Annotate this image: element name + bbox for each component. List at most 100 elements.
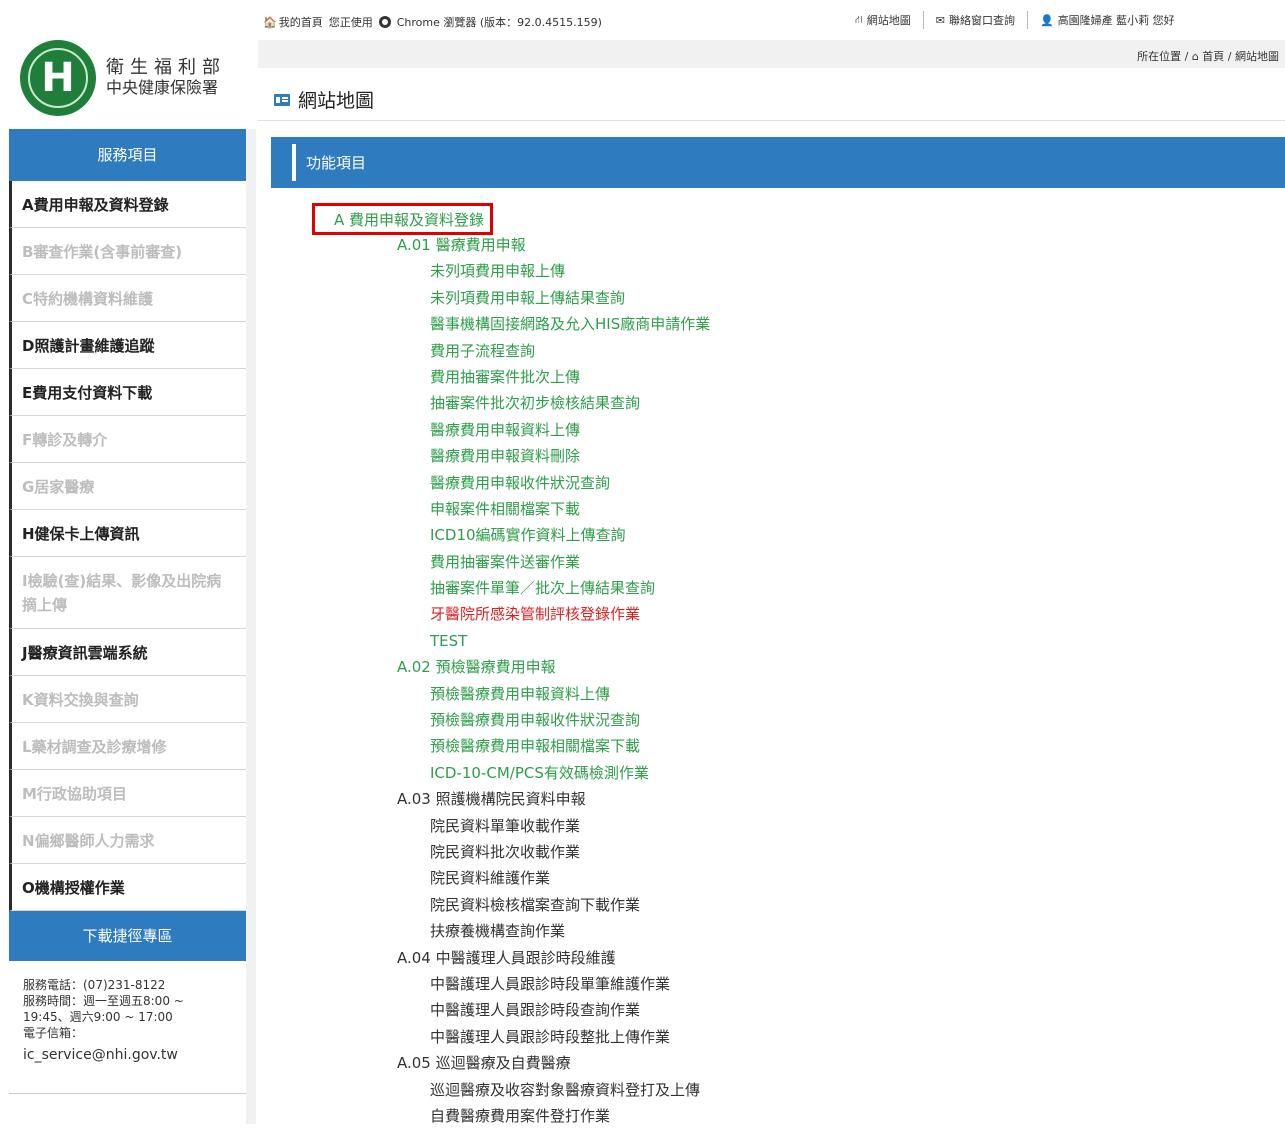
sitemap-link[interactable]: ⛙ 網站地圖 <box>855 12 911 28</box>
sidebar-item[interactable]: L藥材調查及診療增修 <box>9 723 246 770</box>
tree-category-link[interactable]: A.01 醫療費用申報 <box>397 234 710 260</box>
logo-text: 衛生福利部 中央健康保險署 <box>106 58 226 98</box>
logo-line1: 衛生福利部 <box>106 57 226 78</box>
sidebar-item[interactable]: G居家醫療 <box>9 463 246 510</box>
browser-info: Chrome 瀏覽器 (版本：92.0.4515.159) <box>396 16 602 29</box>
tree-item-link[interactable]: 醫療費用申報收件狀況查詢 <box>397 472 710 498</box>
tree-item-link[interactable]: 費用子流程查詢 <box>397 340 710 366</box>
tree-item-link[interactable]: 醫療費用申報資料刪除 <box>397 445 710 471</box>
my-home-link[interactable]: 🏠 我的首頁 <box>263 14 323 30</box>
sitemap-tree: A.01 醫療費用申報 未列項費用申報上傳 未列項費用申報上傳結果查詢 醫事機構固接網… <box>397 234 710 1131</box>
breadcrumb-current: / 網站地圖 <box>1227 50 1279 63</box>
service-email[interactable]: ic_service@nhi.gov.tw <box>23 1047 234 1063</box>
tree-item-link[interactable]: 費用抽審案件批次上傳 <box>397 366 710 392</box>
tree-item-link[interactable]: 巡迴醫療及收容對象醫療資料登打及上傳 <box>397 1079 710 1105</box>
sidebar-item[interactable]: O機構授權作業 <box>9 864 246 911</box>
sitemap-icon: ⛙ <box>855 12 863 26</box>
tree-item-link[interactable]: 院民資料維護作業 <box>397 867 710 893</box>
logo-line2: 中央健康保險署 <box>106 78 219 97</box>
tree-item-link[interactable]: 未列項費用申報上傳結果查詢 <box>397 287 710 313</box>
contact-link[interactable]: ✉ 聯絡窗口查詢 <box>936 12 1015 28</box>
nhi-logo[interactable]: H 衛生福利部 中央健康保險署 <box>20 40 226 116</box>
divider <box>922 11 924 29</box>
tree-item-link[interactable]: 申報案件相關檔案下載 <box>397 498 710 524</box>
service-phone: 服務電話：(07)231-8122 <box>23 978 166 992</box>
sidebar-gutter <box>246 129 256 1124</box>
sidebar-item[interactable]: B審查作業(含事前審查) <box>9 228 246 275</box>
contact-info: 服務電話：(07)231-8122 服務時間：週一至週五8:00 ~ 19:45… <box>9 961 246 1063</box>
user-greeting-label: 高園隆婦產 藍小莉 您好 <box>1057 14 1175 27</box>
service-hours-2: 19:45、週六9:00 ~ 17:00 <box>23 1010 173 1024</box>
nhi-emblem-icon: H <box>20 40 96 116</box>
tree-category-link[interactable]: A.02 預檢醫療費用申報 <box>397 656 710 682</box>
tree-category-link[interactable]: A.04 中醫護理人員跟診時段維護 <box>397 947 710 973</box>
breadcrumb-bar: 所在位置 / ⌂ 首頁 / 網站地圖 <box>258 40 1285 68</box>
tree-item-link[interactable]: 中醫護理人員跟診時段整批上傳作業 <box>397 1026 710 1052</box>
tree-item-link[interactable]: 預檢醫療費用申報相關檔案下載 <box>397 735 710 761</box>
breadcrumb: 所在位置 / ⌂ 首頁 / 網站地圖 <box>1137 48 1279 64</box>
home-icon: ⌂ <box>1191 50 1199 63</box>
sidebar-item[interactable]: C特約機構資料維護 <box>9 275 246 322</box>
tree-item-link[interactable]: 預檢醫療費用申報資料上傳 <box>397 683 710 709</box>
tree-item-link[interactable]: 中醫護理人員跟診時段單筆維護作業 <box>397 973 710 999</box>
sidebar: 服務項目 A費用申報及資料登錄 B審查作業(含事前審查) C特約機構資料維護 D照護計… <box>9 129 246 1063</box>
title-divider <box>258 120 1285 121</box>
top-bar: 🏠 我的首頁 您正使用 Chrome 瀏覽器 (版本：92.0.4515.159… <box>0 0 1285 40</box>
sidebar-item[interactable]: D照護計畫維護追蹤 <box>9 322 246 369</box>
tree-item-link[interactable]: 院民資料批次收載作業 <box>397 841 710 867</box>
envelope-icon: ✉ <box>935 13 945 27</box>
page-title: 網站地圖 <box>274 86 374 113</box>
home-icon: 🏠 <box>263 15 277 29</box>
tree-category-link[interactable]: A.05 巡迴醫療及自費醫療 <box>397 1052 710 1078</box>
tree-item-link[interactable]: 牙醫院所感染管制評核登錄作業 <box>397 603 710 629</box>
header-accent <box>292 144 296 181</box>
section-a-link[interactable]: A 費用申報及資料登錄 <box>312 203 494 235</box>
browser-prefix: 您正使用 <box>328 16 373 29</box>
sidebar-bottom-divider <box>9 1093 246 1094</box>
sidebar-item[interactable]: J醫療資訊雲端系統 <box>9 629 246 676</box>
id-card-icon <box>274 93 290 106</box>
breadcrumb-prefix: 所在位置 / <box>1137 50 1189 63</box>
tree-item-link[interactable]: 自費醫療費用案件登打作業 <box>397 1105 710 1131</box>
tree-item-link[interactable]: 醫事機構固接網路及允入HIS廠商申請作業 <box>397 313 710 339</box>
tree-item-link[interactable]: 中醫護理人員跟診時段查詢作業 <box>397 999 710 1025</box>
sidebar-item[interactable]: I檢驗(查)結果、影像及出院病摘上傳 <box>9 557 246 629</box>
tree-item-link[interactable]: 費用抽審案件送審作業 <box>397 551 710 577</box>
tree-item-link[interactable]: 預檢醫療費用申報收件狀況查詢 <box>397 709 710 735</box>
breadcrumb-home[interactable]: 首頁 <box>1202 50 1224 63</box>
service-hours-1: 服務時間：週一至週五8:00 ~ <box>23 994 184 1008</box>
tree-item-link[interactable]: TEST <box>397 630 710 656</box>
sidebar-item[interactable]: A費用申報及資料登錄 <box>9 181 246 228</box>
tree-item-link[interactable]: 院民資料單筆收載作業 <box>397 815 710 841</box>
tree-item-link[interactable]: ICD-10-CM/PCS有效碼檢測作業 <box>397 762 710 788</box>
tree-item-link[interactable]: 未列項費用申報上傳 <box>397 260 710 286</box>
page-title-text: 網站地圖 <box>298 90 375 112</box>
sidebar-item[interactable]: E費用支付資料下載 <box>9 369 246 416</box>
my-home-label: 我的首頁 <box>278 16 323 29</box>
divider <box>1026 11 1028 29</box>
sidebar-item[interactable]: K資料交換與查詢 <box>9 676 246 723</box>
tree-item-link[interactable]: ICD10編碼實作資料上傳查詢 <box>397 524 710 550</box>
sidebar-item[interactable]: F轉診及轉介 <box>9 416 246 463</box>
email-label: 電子信箱： <box>23 1026 84 1040</box>
top-bar-left: 🏠 我的首頁 您正使用 Chrome 瀏覽器 (版本：92.0.4515.159… <box>263 14 602 30</box>
function-items-label: 功能項目 <box>306 154 367 172</box>
top-bar-right: ⛙ 網站地圖 ✉ 聯絡窗口查詢 👤 高園隆婦產 藍小莉 您好 <box>855 11 1175 29</box>
sitemap-label: 網站地圖 <box>866 14 911 27</box>
user-greeting: 👤 高園隆婦產 藍小莉 您好 <box>1040 12 1175 28</box>
tree-item-link[interactable]: 扶療養機構查詢作業 <box>397 920 710 946</box>
contact-label: 聯絡窗口查詢 <box>948 14 1015 27</box>
download-shortcut-header[interactable]: 下載捷徑專區 <box>9 911 246 961</box>
tree-category-link[interactable]: A.03 照護機構院民資料申報 <box>397 788 710 814</box>
chrome-icon <box>378 16 391 28</box>
sidebar-item[interactable]: M行政協助項目 <box>9 770 246 817</box>
tree-item-link[interactable]: 醫療費用申報資料上傳 <box>397 419 710 445</box>
service-items-header: 服務項目 <box>9 129 246 181</box>
sidebar-item[interactable]: N偏鄉醫師人力需求 <box>9 817 246 864</box>
user-icon: 👤 <box>1039 13 1054 27</box>
tree-item-link[interactable]: 抽審案件單筆／批次上傳結果查詢 <box>397 577 710 603</box>
tree-item-link[interactable]: 抽審案件批次初步檢核結果查詢 <box>397 392 710 418</box>
sidebar-item[interactable]: H健保卡上傳資訊 <box>9 510 246 557</box>
tree-item-link[interactable]: 院民資料檢核檔案查詢下載作業 <box>397 894 710 920</box>
sidebar-list: A費用申報及資料登錄 B審查作業(含事前審查) C特約機構資料維護 D照護計畫維護追蹤… <box>9 181 246 911</box>
